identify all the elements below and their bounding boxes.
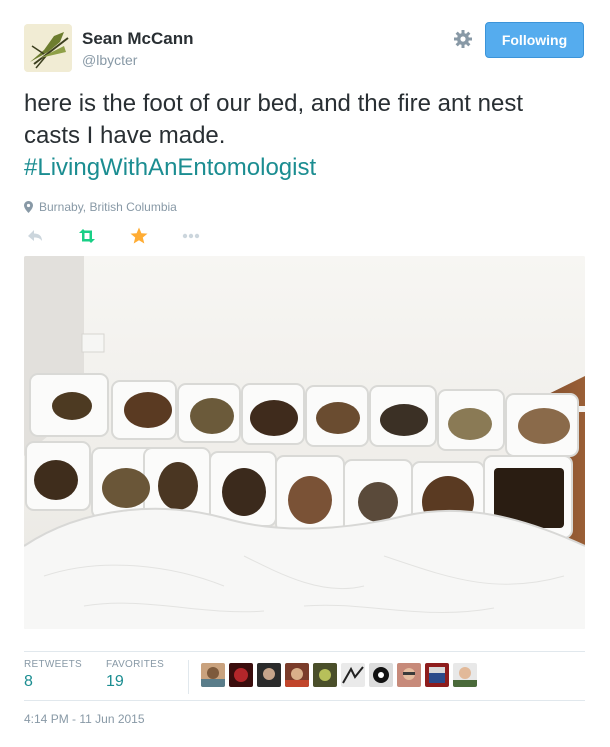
- reply-icon[interactable]: [24, 225, 46, 247]
- favoriter-avatar[interactable]: [285, 663, 309, 687]
- tweet-actions: [24, 225, 224, 247]
- favoriter-avatar[interactable]: [453, 663, 477, 687]
- favorites-label: FAVORITES: [106, 659, 165, 670]
- favoriter-avatar[interactable]: [341, 663, 365, 687]
- favorites-count[interactable]: 19: [106, 673, 124, 691]
- location[interactable]: Burnaby, British Columbia: [24, 200, 177, 214]
- favoriter-avatar[interactable]: [425, 663, 449, 687]
- favoriter-avatar[interactable]: [229, 663, 253, 687]
- location-pin-icon: [24, 201, 33, 213]
- gear-icon[interactable]: [453, 29, 473, 49]
- tweet-body: here is the foot of our bed, and the fir…: [24, 90, 523, 149]
- hashtag-link[interactable]: #LivingWithAnEntomologist: [24, 152, 584, 184]
- ant-nest-casts-image: [24, 256, 585, 629]
- tweet-photo[interactable]: [24, 256, 585, 629]
- favoriter-avatar[interactable]: [369, 663, 393, 687]
- retweet-icon[interactable]: [76, 225, 98, 247]
- favorite-icon[interactable]: [128, 225, 150, 247]
- tweet-text: here is the foot of our bed, and the fir…: [24, 88, 584, 184]
- retweets-label: RETWEETS: [24, 659, 82, 670]
- stats-divider-top: [24, 651, 585, 652]
- following-button[interactable]: Following: [485, 22, 584, 58]
- user-handle[interactable]: @lbycter: [82, 52, 137, 68]
- retweets-count[interactable]: 8: [24, 673, 33, 691]
- favoriter-avatar[interactable]: [397, 663, 421, 687]
- user-name[interactable]: Sean McCann: [82, 29, 193, 49]
- favoriter-avatar[interactable]: [201, 663, 225, 687]
- avatar-grasshopper-icon: [24, 24, 72, 72]
- favoriter-avatars: [201, 663, 477, 687]
- more-icon[interactable]: [180, 225, 202, 247]
- favoriter-avatar[interactable]: [313, 663, 337, 687]
- stats-divider-bottom: [24, 700, 585, 701]
- avatar[interactable]: [24, 24, 72, 72]
- location-text: Burnaby, British Columbia: [39, 200, 177, 214]
- favoriter-avatar[interactable]: [257, 663, 281, 687]
- tweet-timestamp[interactable]: 4:14 PM - 11 Jun 2015: [24, 712, 145, 726]
- stats-separator: [188, 660, 189, 694]
